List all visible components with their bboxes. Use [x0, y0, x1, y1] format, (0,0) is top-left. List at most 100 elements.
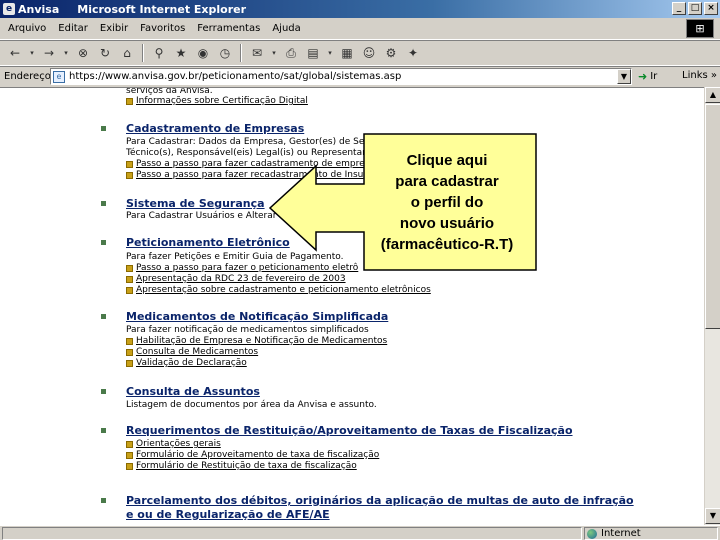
vertical-scrollbar[interactable]: ▲ ▼ — [704, 87, 720, 525]
media-icon[interactable]: ◉ — [194, 44, 212, 62]
prev-text: serviços da Anvisa. — [126, 87, 213, 96]
home-icon[interactable]: ⌂ — [118, 44, 136, 62]
link-bullet-icon — [126, 348, 133, 356]
messenger-icon[interactable]: ☺ — [360, 44, 378, 62]
search-icon[interactable]: ⚲ — [150, 44, 168, 62]
menu-editar[interactable]: Editar — [52, 23, 94, 34]
sub-link[interactable]: Consulta de Medicamentos — [136, 347, 258, 357]
close-button[interactable]: × — [704, 2, 718, 15]
scroll-down-icon[interactable]: ▼ — [705, 508, 720, 524]
section-title-seguranca[interactable]: Sistema de Segurança — [126, 197, 265, 210]
go-label: Ir — [650, 71, 658, 82]
go-button[interactable]: ➜ Ir — [638, 70, 657, 83]
link-bullet-icon — [126, 440, 133, 448]
sub-link[interactable]: Habilitação de Empresa e Notificação de … — [136, 336, 387, 346]
history-icon[interactable]: ◷ — [216, 44, 234, 62]
forward-icon[interactable]: → — [40, 44, 58, 62]
prev-link-text[interactable]: Informações sobre Certificação Digital — [136, 96, 308, 106]
address-label: Endereço — [4, 71, 51, 82]
tools-icon[interactable]: ✦ — [404, 44, 422, 62]
list-item[interactable]: Apresentação da RDC 23 de fevereiro de 2… — [126, 274, 346, 284]
prev-link[interactable]: Informações sobre Certificação Digital — [126, 96, 308, 106]
dropdown-arrow-icon[interactable]: ▾ — [62, 44, 70, 62]
title-bar: e Anvisa Microsoft Internet Explorer _ □… — [0, 0, 720, 18]
section-title-consulta[interactable]: Consulta de Assuntos — [126, 385, 260, 398]
page-icon: e — [53, 70, 65, 83]
menu-arquivo[interactable]: Arquivo — [0, 23, 52, 34]
status-zone-label: Internet — [601, 528, 641, 539]
window-controls: _ □ × — [672, 2, 718, 15]
research-icon[interactable]: ⚙ — [382, 44, 400, 62]
callout-line: (farmacêutico-R.T) — [380, 236, 514, 253]
list-item[interactable]: Validação de Declaração — [126, 358, 247, 368]
favorites-icon[interactable]: ★ — [172, 44, 190, 62]
status-zone: Internet — [584, 527, 718, 540]
list-item[interactable]: Formulário de Aproveitamento de taxa de … — [126, 450, 379, 460]
dropdown-arrow-icon[interactable]: ▾ — [326, 44, 334, 62]
link-bullet-icon — [126, 462, 133, 470]
print-icon[interactable]: ⎙ — [282, 44, 300, 62]
list-item[interactable]: Habilitação de Empresa e Notificação de … — [126, 336, 387, 346]
toolbar-separator — [240, 44, 242, 62]
section-desc: Para fazer notificação de medicamentos s… — [126, 325, 369, 335]
list-item[interactable]: Orientações gerais — [126, 439, 221, 449]
restore-button[interactable]: □ — [688, 2, 702, 15]
section-title-peticionamento[interactable]: Peticionamento Eletrônico — [126, 236, 290, 249]
section-bullet-icon — [101, 126, 106, 131]
scroll-thumb[interactable] — [705, 104, 720, 329]
edit-icon[interactable]: ▤ — [304, 44, 322, 62]
discuss-icon[interactable]: ▦ — [338, 44, 356, 62]
toolbar: ← ▾ → ▾ ⊗ ↻ ⌂ ⚲ ★ ◉ ◷ ✉ ▾ ⎙ ▤ ▾ ▦ ☺ ⚙ ✦ — [0, 40, 720, 66]
window-app-label: Anvisa — [18, 2, 60, 16]
section-title-medicamentos[interactable]: Medicamentos de Notificação Simplificada — [126, 310, 388, 323]
section-bullet-icon — [101, 428, 106, 433]
stop-icon[interactable]: ⊗ — [74, 44, 92, 62]
address-input[interactable]: e https://www.anvisa.gov.br/peticionamen… — [50, 68, 632, 85]
menu-exibir[interactable]: Exibir — [94, 23, 134, 34]
link-bullet-icon — [126, 286, 133, 294]
section-bullet-icon — [101, 240, 106, 245]
callout-line: Clique aqui — [406, 152, 488, 169]
sub-link[interactable]: Orientações gerais — [136, 439, 221, 449]
go-arrow-icon: ➜ — [638, 70, 648, 83]
menu-bar: Arquivo Editar Exibir Favoritos Ferramen… — [0, 18, 720, 40]
menu-ferramentas[interactable]: Ferramentas — [191, 23, 266, 34]
sub-link[interactable]: Formulário de Restituição de taxa de fis… — [136, 461, 357, 471]
section-title-parcelamento[interactable]: Parcelamento dos débitos, originários da… — [126, 494, 634, 507]
link-bullet-icon — [126, 337, 133, 345]
section-bullet-icon — [101, 498, 106, 503]
section-desc: Para Cadastrar Usuários e Alterar se — [126, 211, 290, 221]
window-title: Microsoft Internet Explorer — [77, 2, 247, 16]
links-button[interactable]: Links » — [682, 70, 717, 81]
callout-line: para cadastrar — [395, 173, 499, 190]
section-title-requerimentos[interactable]: Requerimentos de Restituição/Aproveitame… — [126, 424, 573, 437]
menu-favoritos[interactable]: Favoritos — [134, 23, 191, 34]
address-bar: Endereço e https://www.anvisa.gov.br/pet… — [0, 66, 720, 86]
link-bullet-icon — [126, 160, 133, 168]
sub-link[interactable]: Formulário de Aproveitamento de taxa de … — [136, 450, 379, 460]
address-dropdown-icon[interactable]: ▼ — [617, 69, 631, 84]
address-url: https://www.anvisa.gov.br/peticionamento… — [69, 71, 402, 82]
list-item[interactable]: Consulta de Medicamentos — [126, 347, 258, 357]
menu-ajuda[interactable]: Ajuda — [266, 23, 306, 34]
section-bullet-icon — [101, 314, 106, 319]
dropdown-arrow-icon[interactable]: ▾ — [28, 44, 36, 62]
mail-icon[interactable]: ✉ — [248, 44, 266, 62]
sub-link[interactable]: Apresentação sobre cadastramento e petic… — [136, 285, 431, 295]
section-title-parcelamento-line2[interactable]: e ou de Regularização de AFE/AE — [126, 508, 330, 521]
status-bar: Internet — [0, 525, 720, 540]
refresh-icon[interactable]: ↻ — [96, 44, 114, 62]
callout-text: Clique aqui para cadastrar o perfil do n… — [366, 150, 528, 255]
sub-link[interactable]: Apresentação da RDC 23 de fevereiro de 2… — [136, 274, 346, 284]
toolbar-separator — [142, 44, 144, 62]
scroll-up-icon[interactable]: ▲ — [705, 87, 720, 103]
link-bullet-icon — [126, 171, 133, 179]
sub-link[interactable]: Validação de Declaração — [136, 358, 247, 368]
list-item[interactable]: Apresentação sobre cadastramento e petic… — [126, 285, 431, 295]
minimize-button[interactable]: _ — [672, 2, 686, 15]
dropdown-arrow-icon[interactable]: ▾ — [270, 44, 278, 62]
list-item[interactable]: Formulário de Restituição de taxa de fis… — [126, 461, 357, 471]
section-bullet-icon — [101, 201, 106, 206]
section-bullet-icon — [101, 389, 106, 394]
back-icon[interactable]: ← — [6, 44, 24, 62]
